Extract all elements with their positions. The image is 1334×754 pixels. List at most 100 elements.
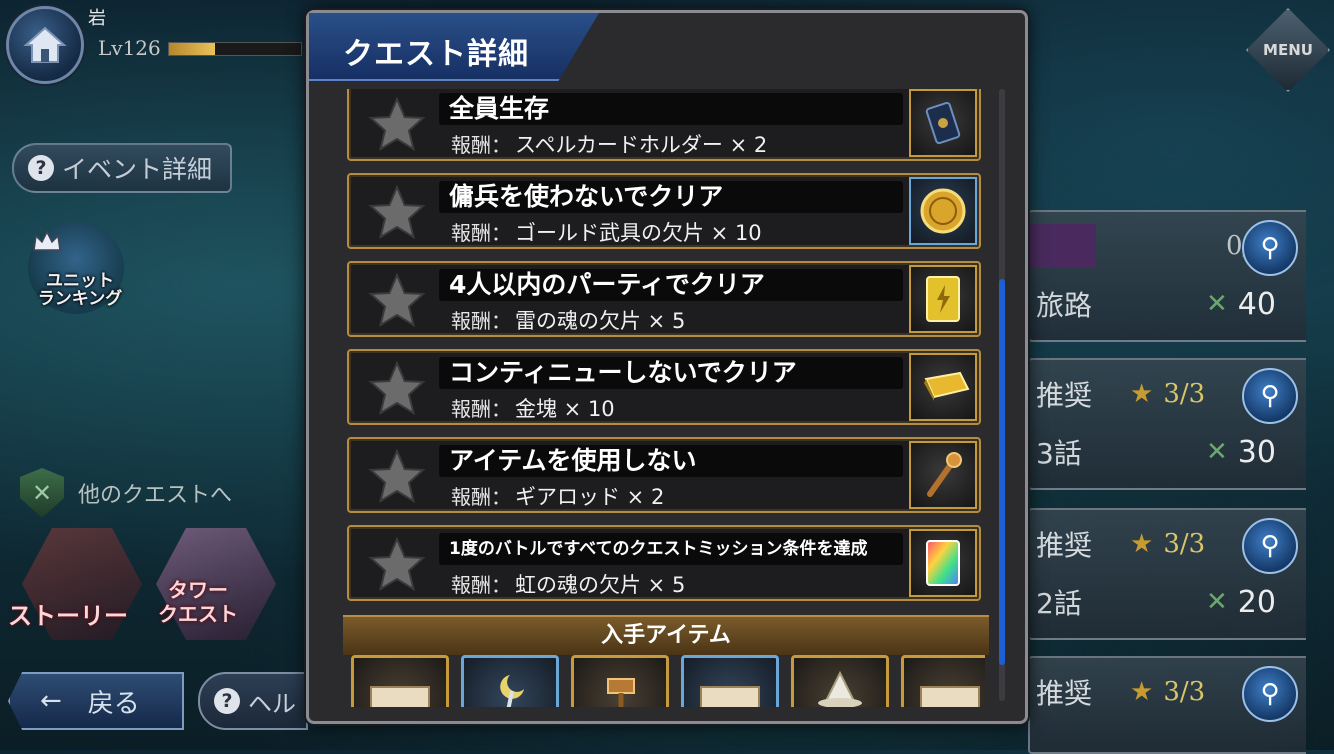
- mission-scrollbar[interactable]: [999, 89, 1005, 701]
- crown-icon: [33, 230, 61, 251]
- crossed-swords-icon: ✕: [1206, 289, 1228, 319]
- reward-label: 報酬：: [451, 309, 511, 333]
- reward-text: スペルカードホルダー × 2: [515, 133, 768, 157]
- star-icon: ★: [1130, 677, 1154, 707]
- hammer-icon[interactable]: [571, 655, 669, 707]
- dialog-title: クエスト詳細: [343, 37, 529, 72]
- mission-row: 全員生存 報酬： スペルカードホルダー × 2: [347, 89, 981, 161]
- wizard-hat-icon[interactable]: [791, 655, 889, 707]
- star-icon: [368, 272, 426, 328]
- reward-text: 雷の魂の欠片 × 5: [515, 309, 686, 333]
- mission-row: 4人以内のパーティでクリア 報酬： 雷の魂の欠片 × 5: [347, 261, 981, 337]
- mission-title: 傭兵を使わないでクリア: [439, 181, 903, 213]
- mission-title: 1度のバトルですべてのクエストミッション条件を達成: [439, 533, 903, 565]
- other-quest-link[interactable]: ✕ 他のクエストへ: [20, 468, 232, 518]
- star-icon: [368, 448, 426, 504]
- star-icon: [368, 96, 426, 152]
- card-holder-icon[interactable]: [909, 89, 977, 157]
- scroll-icon[interactable]: [681, 655, 779, 707]
- quest-title: 旅路: [1036, 289, 1093, 322]
- quest-title: 3話: [1036, 437, 1082, 470]
- reward-label: 報酬：: [451, 485, 511, 509]
- scroll-icon[interactable]: [901, 655, 985, 707]
- mission-row: コンティニューしないでクリア 報酬： 金塊 × 10: [347, 349, 981, 425]
- arrow-left-icon: ←: [40, 686, 62, 716]
- event-detail-button[interactable]: ? イベント詳細: [12, 143, 233, 193]
- magnifier-icon[interactable]: ⚲: [1242, 368, 1298, 424]
- star-icon: [368, 536, 426, 592]
- rainbow-soul-icon[interactable]: [909, 529, 977, 597]
- crossed-swords-icon: ✕: [1206, 587, 1228, 617]
- gear-rod-icon[interactable]: [909, 441, 977, 509]
- mission-row: 傭兵を使わないでクリア 報酬： ゴールド武具の欠片 × 10: [347, 173, 981, 249]
- gold-bar-icon[interactable]: [909, 353, 977, 421]
- thunder-soul-icon[interactable]: [909, 265, 977, 333]
- reward-label: 報酬：: [451, 573, 511, 597]
- star-icon: [368, 360, 426, 416]
- star-icon: ★: [1130, 529, 1154, 559]
- unit-ranking-label: ユニット ランキング: [37, 271, 123, 309]
- player-name: 岩: [88, 8, 106, 29]
- home-button[interactable]: [6, 6, 84, 84]
- mission-title: アイテムを使用しない: [439, 445, 903, 477]
- quest-row[interactable]: 推奨 ★ 3/3 ⚲ 2話 ✕ 20: [1028, 508, 1306, 640]
- star-icon: [368, 184, 426, 240]
- reward-label: 報酬：: [451, 221, 511, 245]
- home-icon: [23, 26, 67, 63]
- question-icon: ?: [214, 688, 240, 714]
- acquired-items-header: 入手アイテム: [343, 615, 989, 655]
- gold-coin-icon[interactable]: [909, 177, 977, 245]
- crossed-swords-shield-icon: ✕: [20, 468, 64, 518]
- crescent-staff-icon[interactable]: [461, 655, 559, 707]
- reward-label: 報酬：: [451, 397, 511, 421]
- stamina-cost: 20: [1237, 584, 1276, 620]
- quest-title: 2話: [1036, 587, 1082, 620]
- player-level: Lv126: [98, 36, 161, 60]
- magnifier-icon[interactable]: ⚲: [1242, 518, 1298, 574]
- acquired-items-list[interactable]: [351, 655, 985, 707]
- mission-title: コンティニューしないでクリア: [439, 357, 903, 389]
- question-icon: ?: [28, 155, 54, 181]
- quest-row[interactable]: 推奨 ★ 3/3 ⚲ 3話 ✕ 30: [1028, 358, 1306, 490]
- stamina-cost: 30: [1237, 434, 1276, 470]
- quest-row-label: 推奨: [1036, 529, 1093, 562]
- magnifier-icon[interactable]: ⚲: [1242, 220, 1298, 276]
- scrollbar-thumb[interactable]: [999, 279, 1005, 665]
- quest-row-label: 推奨: [1036, 379, 1093, 412]
- story-label: ストーリー: [8, 602, 128, 630]
- quest-row[interactable]: 推奨 ★ 3/3 ⚲: [1028, 656, 1306, 754]
- scroll-icon[interactable]: [351, 655, 449, 707]
- mission-list[interactable]: 全員生存 報酬： スペルカードホルダー × 2 傭兵を使わないでクリア 報酬： …: [347, 89, 983, 603]
- reward-text: ゴールド武具の欠片 × 10: [515, 221, 762, 245]
- menu-label: MENU: [1263, 41, 1313, 59]
- help-label: ヘル: [248, 689, 296, 718]
- quest-row-label: 推奨: [1036, 677, 1093, 710]
- mission-count: 3/3: [1163, 529, 1206, 559]
- other-quest-label: 他のクエストへ: [78, 483, 233, 508]
- mission-count: 3/3: [1163, 379, 1206, 409]
- menu-button[interactable]: MENU: [1246, 8, 1330, 92]
- mission-row: アイテムを使用しない 報酬： ギアロッド × 2: [347, 437, 981, 513]
- crossed-swords-icon: ✕: [1206, 437, 1228, 467]
- quest-row-label: [1030, 224, 1096, 268]
- back-button[interactable]: ← 戻る: [8, 672, 184, 730]
- mission-count: 3/3: [1163, 677, 1206, 707]
- reward-text: 虹の魂の欠片 × 5: [515, 573, 686, 597]
- quest-detail-dialog: クエスト詳細 全員生存 報酬： スペルカードホルダー × 2 傭兵を使わないでク…: [306, 10, 1028, 724]
- mission-row: 1度のバトルですべてのクエストミッション条件を達成 報酬： 虹の魂の欠片 × 5: [347, 525, 981, 601]
- mission-title: 4人以内のパーティでクリア: [439, 269, 903, 301]
- mission-title: 全員生存: [439, 93, 903, 125]
- stamina-cost: 40: [1237, 286, 1276, 322]
- star-icon: ★: [1130, 379, 1154, 409]
- quest-row[interactable]: 0/6 ⚲ 旅路 ✕ 40: [1028, 210, 1306, 342]
- help-button[interactable]: ? ヘル: [198, 672, 308, 730]
- reward-text: 金塊 × 10: [515, 397, 615, 421]
- reward-label: 報酬：: [451, 133, 511, 157]
- tower-quest-label: タワー クエスト: [158, 578, 238, 626]
- exp-bar: [168, 42, 302, 56]
- reward-text: ギアロッド × 2: [515, 485, 665, 509]
- back-label: 戻る: [87, 688, 140, 719]
- magnifier-icon[interactable]: ⚲: [1242, 666, 1298, 722]
- event-detail-label: イベント詳細: [62, 155, 213, 184]
- exp-bar-fill: [169, 43, 216, 55]
